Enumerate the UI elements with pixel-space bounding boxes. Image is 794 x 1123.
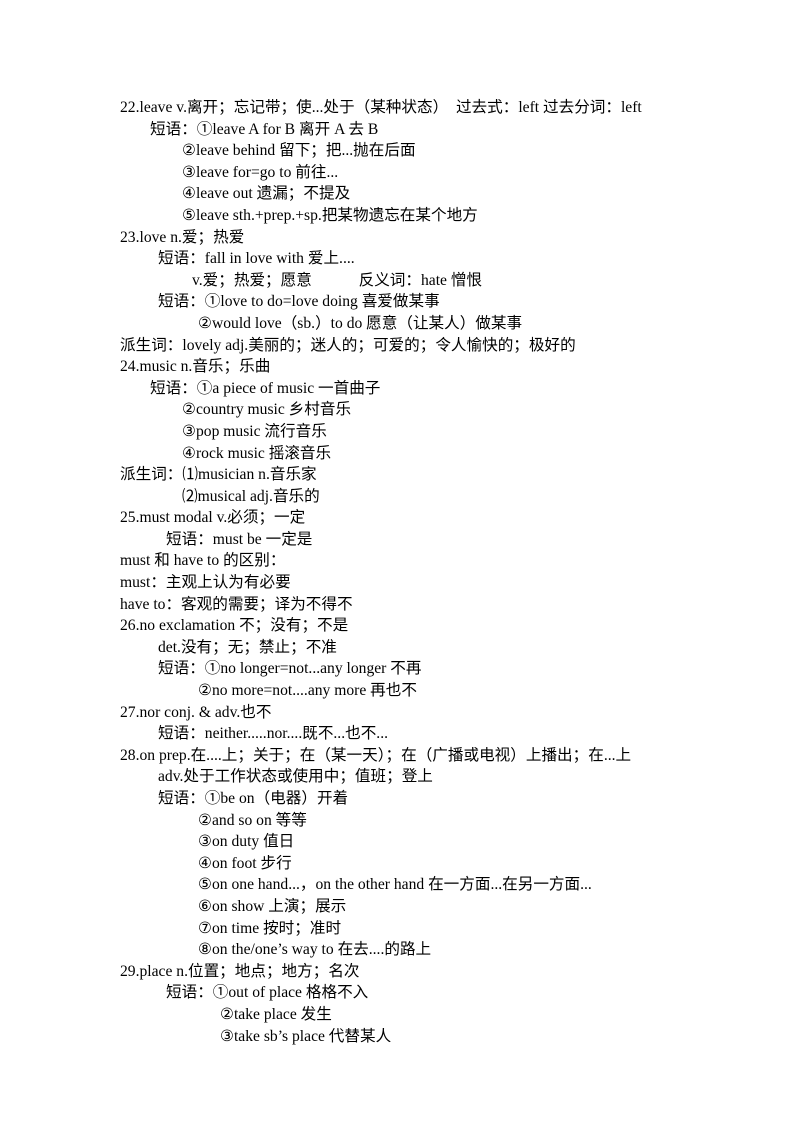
entry-line: det.没有；无；禁止；不准 — [158, 638, 337, 656]
entry-line: ⑦on time 按时；准时 — [198, 919, 342, 937]
entry-line: 派生词：⑴musician n.音乐家 — [120, 466, 317, 484]
entry-line: 短语：①no longer=not...any longer 不再 — [158, 660, 422, 678]
document-page: 22.leave v.离开；忘记带；使...处于（某种状态） 过去式：left … — [0, 0, 794, 1123]
entry-line: ②would love（sb.）to do 愿意（让某人）做某事 — [198, 314, 523, 332]
entry-line: 短语：fall in love with 爱上.... — [158, 250, 355, 268]
entry-line: 27.nor conj. & adv.也不 — [120, 703, 272, 721]
entry-line: ②take place 发生 — [220, 1005, 332, 1023]
entry-line: ③on duty 值日 — [198, 833, 295, 851]
entry-line: v.爱；热爱；愿意 反义词：hate 憎恨 — [192, 271, 483, 289]
entry-line: 26.no exclamation 不；没有；不是 — [120, 617, 349, 635]
vocab-entry-nor: 27.nor conj. & adv.也不短语：neither.....nor.… — [120, 702, 720, 745]
entry-line: ⑤on one hand...，on the other hand 在一方面..… — [198, 876, 592, 894]
entry-line: 23.love n.爱；热爱 — [120, 228, 245, 246]
entry-line: ②leave behind 留下；把...抛在后面 — [182, 142, 416, 160]
vocabulary-notes-body: 22.leave v.离开；忘记带；使...处于（某种状态） 过去式：left … — [120, 97, 720, 1047]
entry-line: must：主观上认为有必要 — [120, 574, 291, 592]
entry-line: 短语：neither.....nor....既不...也不... — [158, 725, 388, 743]
vocab-entry-must: 25.must modal v.必须；一定短语：must be 一定是 must … — [120, 507, 720, 615]
entry-line: 派生词：lovely adj.美丽的；迷人的；可爱的；令人愉快的；极好的 — [120, 336, 576, 354]
entry-line: 24.music n.音乐；乐曲 — [120, 358, 271, 376]
vocab-entry-no: 26.no exclamation 不；没有；不是 det.没有；无；禁止；不准短… — [120, 615, 720, 701]
entry-line: have to：客观的需要；译为不得不 — [120, 595, 353, 613]
entry-line: ④leave out 遗漏；不提及 — [182, 185, 351, 203]
entry-line: ⑤leave sth.+prep.+sp.把某物遗忘在某个地方 — [182, 206, 478, 224]
entry-line: 28.on prep.在....上；关于；在（某一天）；在（广播或电视）上播出；… — [120, 746, 632, 764]
vocab-entry-leave: 22.leave v.离开；忘记带；使...处于（某种状态） 过去式：left … — [120, 97, 720, 227]
entry-line: ②country music 乡村音乐 — [182, 401, 352, 419]
entry-line: ④rock music 摇滚音乐 — [182, 444, 332, 462]
vocab-entry-music: 24.music n.音乐；乐曲短语：①a piece of music 一首曲… — [120, 356, 720, 507]
entry-line: 短语：①leave A for B 离开 A 去 B — [150, 120, 379, 138]
entry-line: 短语：①out of place 格格不入 — [166, 984, 369, 1002]
entry-line: 短语：①a piece of music 一首曲子 — [150, 379, 381, 397]
vocab-entry-love: 23.love n.爱；热爱短语：fall in love with 爱上...… — [120, 227, 720, 357]
entry-line: ②no more=not....any more 再也不 — [198, 682, 417, 700]
entry-line: ③take sb’s place 代替某人 — [220, 1027, 392, 1045]
entry-line: ③pop music 流行音乐 — [182, 422, 327, 440]
entry-line: 22.leave v.离开；忘记带；使...处于（某种状态） 过去式：left … — [120, 99, 642, 116]
entry-line: 25.must modal v.必须；一定 — [120, 509, 306, 527]
entry-line: ④on foot 步行 — [198, 854, 292, 872]
entry-line: ⑧on the/one’s way to 在去....的路上 — [198, 941, 432, 959]
entry-line: must 和 have to 的区别： — [120, 552, 286, 570]
vocab-entry-place: 29.place n.位置；地点；地方；名次短语：①out of place 格… — [120, 961, 720, 1047]
vocab-entry-on: 28.on prep.在....上；关于；在（某一天）；在（广播或电视）上播出；… — [120, 745, 720, 961]
entry-line: 短语：must be 一定是 — [166, 530, 313, 548]
entry-line: 29.place n.位置；地点；地方；名次 — [120, 962, 360, 980]
entry-line: ⑵musical adj.音乐的 — [182, 487, 320, 505]
entry-line: 短语：①love to do=love doing 喜爱做某事 — [158, 293, 440, 311]
entry-line: 短语：①be on（电器）开着 — [158, 790, 349, 807]
entry-line: ③leave for=go to 前往... — [182, 163, 339, 181]
entry-line: ⑥on show 上演；展示 — [198, 897, 347, 915]
entry-line: adv.处于工作状态或使用中；值班；登上 — [158, 768, 433, 786]
entry-line: ②and so on 等等 — [198, 811, 307, 829]
